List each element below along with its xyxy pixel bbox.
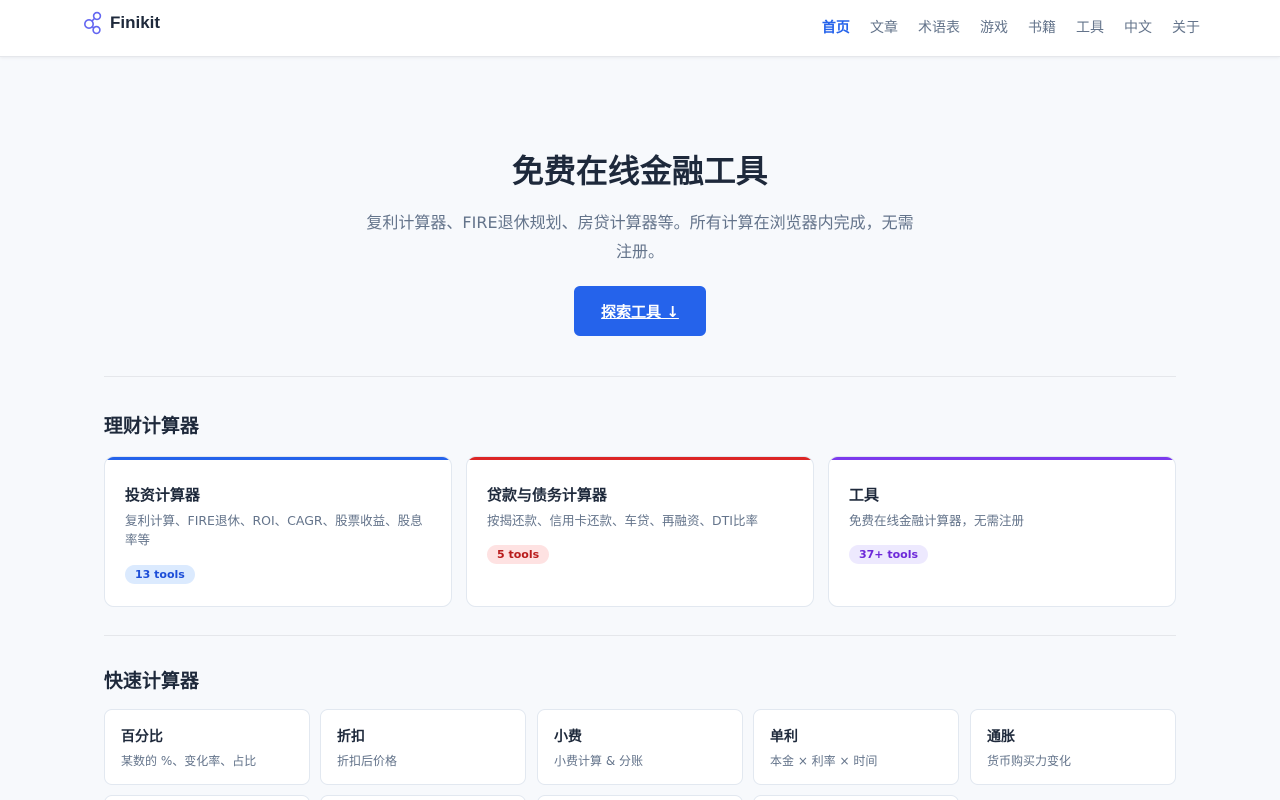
quick-card-partial[interactable] xyxy=(537,795,743,800)
nav-about[interactable]: 关于 xyxy=(1172,18,1200,38)
quick-card-tip[interactable]: 小费 小费计算 & 分账 xyxy=(537,709,743,785)
card-title: 工具 xyxy=(849,486,880,504)
card-title: 贷款与债务计算器 xyxy=(487,486,608,504)
tool-count-badge: 13 tools xyxy=(125,565,195,584)
quick-section-title: 快速计算器 xyxy=(104,670,200,692)
quick-card-simple-interest[interactable]: 单利 本金 × 利率 × 时间 xyxy=(753,709,959,785)
hero-subtitle: 复利计算器、FIRE退休规划、房贷计算器等。所有计算在浏览器内完成，无需注册。 xyxy=(366,213,914,261)
section-divider xyxy=(104,635,1176,636)
explore-tools-button[interactable]: 探索工具 ↓ xyxy=(574,286,706,336)
quick-card-description: 折扣后价格 xyxy=(337,754,398,768)
quick-card-title: 小费 xyxy=(554,729,582,745)
tools-card[interactable]: 工具 免费在线金融计算器，无需注册 37+ tools xyxy=(828,456,1176,607)
quick-card-title: 单利 xyxy=(770,729,798,745)
card-description: 复利计算、FIRE退休、ROI、CAGR、股票收益、股息率等 xyxy=(125,513,423,547)
card-accent-bar xyxy=(105,457,451,460)
quick-card-description: 货币购买力变化 xyxy=(987,754,1072,768)
investment-calculators-card[interactable]: 投资计算器 复利计算、FIRE退休、ROI、CAGR、股票收益、股息率等 13 … xyxy=(104,456,452,607)
section-divider xyxy=(104,376,1176,377)
card-description: 免费在线金融计算器，无需注册 xyxy=(849,513,1025,528)
finance-section-title: 理财计算器 xyxy=(104,415,200,437)
nav-home[interactable]: 首页 xyxy=(822,18,850,38)
quick-card-partial[interactable] xyxy=(753,795,959,800)
tool-count-badge: 5 tools xyxy=(487,545,550,564)
quick-card-percentage[interactable]: 百分比 某数的 %、变化率、占比 xyxy=(104,709,310,785)
card-description: 按揭还款、信用卡还款、车贷、再融资、DTI比率 xyxy=(487,513,758,528)
nav-glossary[interactable]: 术语表 xyxy=(918,18,960,38)
quick-card-description: 小费计算 & 分账 xyxy=(554,754,643,768)
logo-text: Finikit xyxy=(110,13,161,32)
loan-debt-calculators-card[interactable]: 贷款与债务计算器 按揭还款、信用卡还款、车贷、再融资、DTI比率 5 tools xyxy=(466,456,814,607)
hero-title: 免费在线金融工具 xyxy=(511,152,768,190)
card-accent-bar xyxy=(829,457,1175,460)
card-title: 投资计算器 xyxy=(125,486,201,504)
quick-card-discount[interactable]: 折扣 折扣后价格 xyxy=(320,709,526,785)
quick-card-description: 某数的 %、变化率、占比 xyxy=(121,754,257,768)
main-nav: 首页 文章 术语表 游戏 书籍 工具 中文 关于 xyxy=(822,18,1200,38)
quick-card-inflation[interactable]: 通胀 货币购买力变化 xyxy=(970,709,1176,785)
nav-tools[interactable]: 工具 xyxy=(1076,18,1104,38)
tool-count-badge: 37+ tools xyxy=(849,545,929,564)
site-header: Finikit 首页 文章 术语表 游戏 书籍 工具 中文 关于 xyxy=(0,0,1280,57)
nav-language[interactable]: 中文 xyxy=(1124,18,1152,38)
quick-card-partial[interactable] xyxy=(104,795,310,800)
nav-books[interactable]: 书籍 xyxy=(1028,18,1056,38)
nav-articles[interactable]: 文章 xyxy=(870,18,898,38)
quick-card-title: 折扣 xyxy=(337,729,365,745)
quick-card-partial[interactable] xyxy=(320,795,526,800)
quick-card-title: 百分比 xyxy=(121,729,163,745)
molecule-icon xyxy=(84,11,102,35)
quick-card-title: 通胀 xyxy=(987,729,1015,745)
quick-card-description: 本金 × 利率 × 时间 xyxy=(770,754,878,768)
site-logo[interactable]: Finikit xyxy=(83,10,160,36)
card-accent-bar xyxy=(467,457,813,460)
nav-games[interactable]: 游戏 xyxy=(980,18,1008,38)
